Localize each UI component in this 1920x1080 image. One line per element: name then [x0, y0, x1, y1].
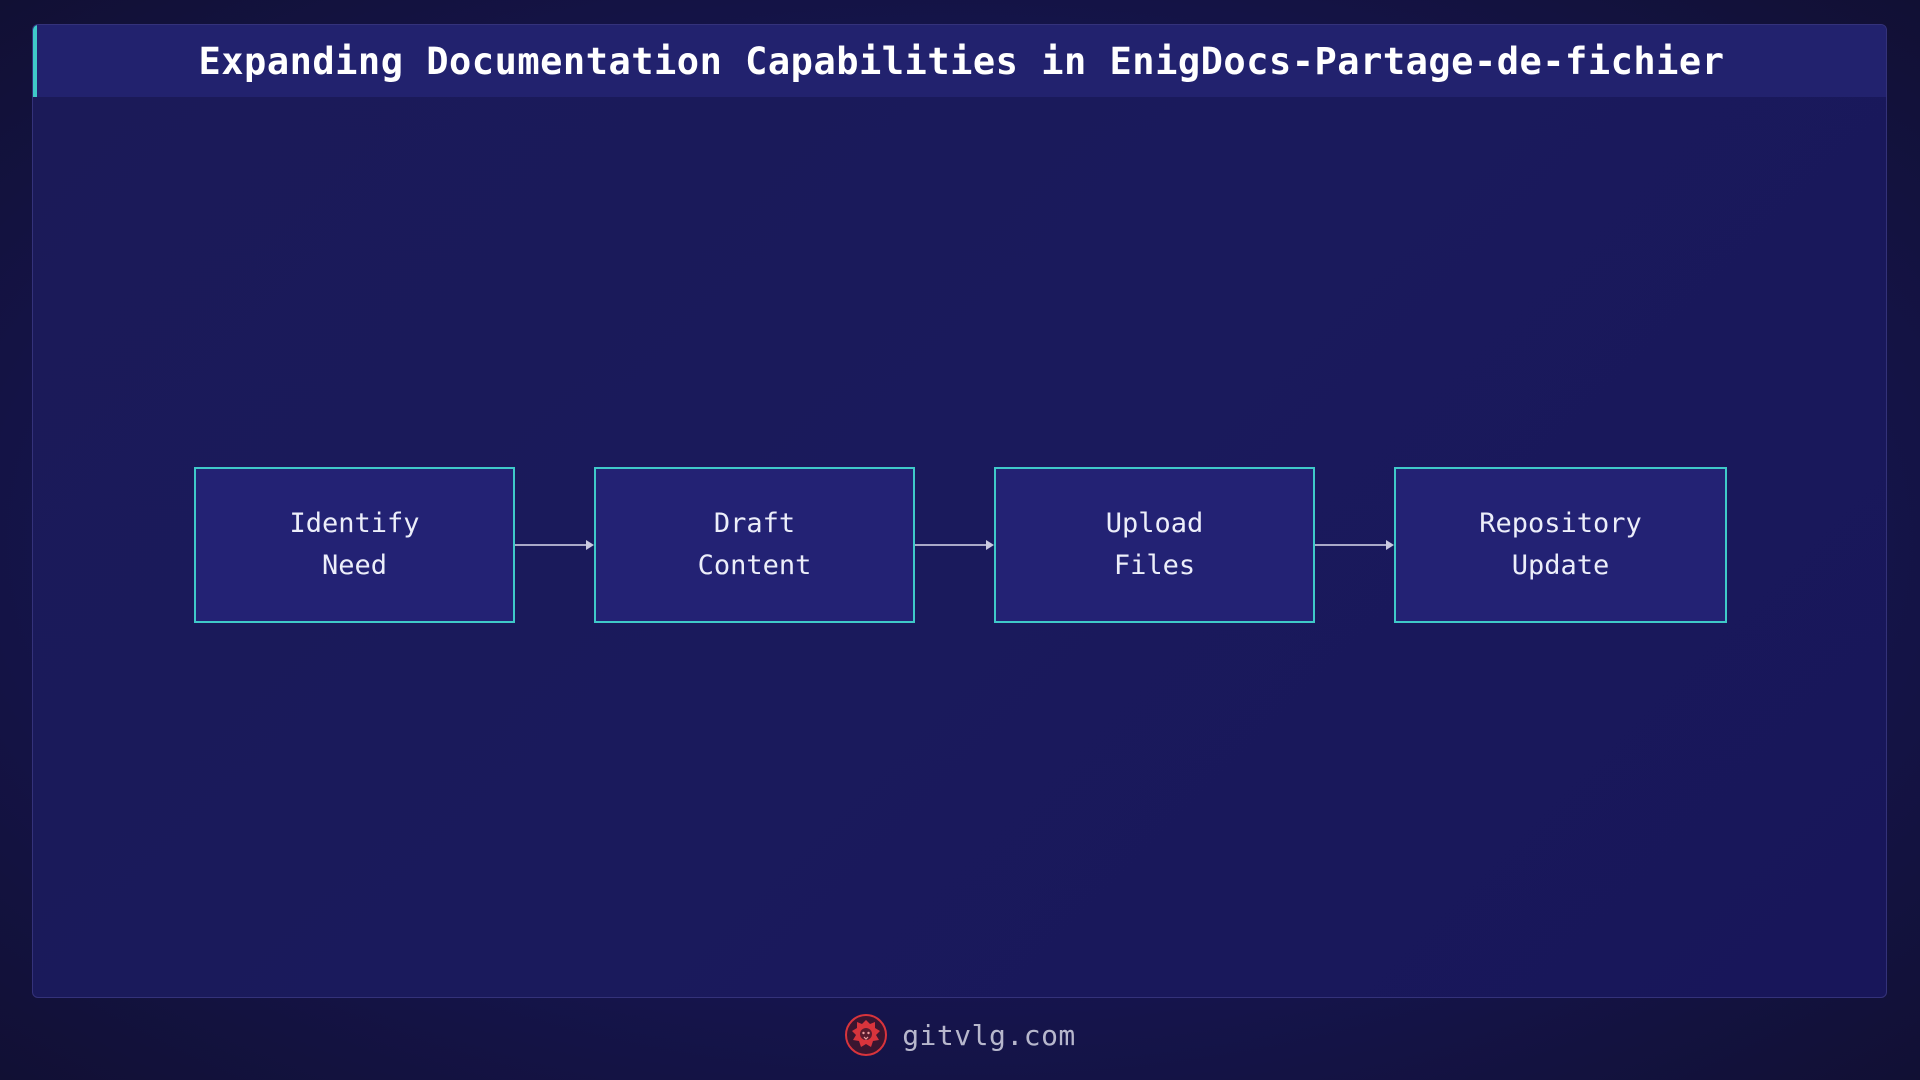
flow-node-upload-files: Upload Files — [994, 467, 1315, 623]
flow-diagram: Identify Need Draft Content Upload Files… — [33, 25, 1886, 997]
node-label-line: Repository — [1479, 508, 1642, 539]
node-label-line: Update — [1511, 550, 1610, 581]
flow-node-repository-update: Repository Update — [1394, 467, 1727, 623]
footer-site-link[interactable]: gitvlg.com — [902, 1019, 1076, 1052]
page: Expanding Documentation Capabilities in … — [0, 0, 1920, 1080]
node-label-line: Upload — [1105, 508, 1204, 539]
node-label-line: Content — [697, 550, 812, 581]
flow-arrow-2 — [915, 540, 994, 550]
node-label-line: Identify — [289, 508, 420, 539]
footer: gitvlg.com — [0, 1010, 1920, 1060]
diagram-panel: Expanding Documentation Capabilities in … — [32, 24, 1887, 998]
flow-arrow-3 — [1315, 540, 1394, 550]
flow-arrow-1 — [515, 540, 594, 550]
node-label-line: Draft — [713, 508, 796, 539]
flow-node-identify-need: Identify Need — [194, 467, 515, 623]
flow-node-draft-content: Draft Content — [594, 467, 915, 623]
lion-logo-icon — [845, 1014, 888, 1056]
node-label-line: Need — [321, 550, 388, 581]
node-label-line: Files — [1113, 550, 1196, 581]
